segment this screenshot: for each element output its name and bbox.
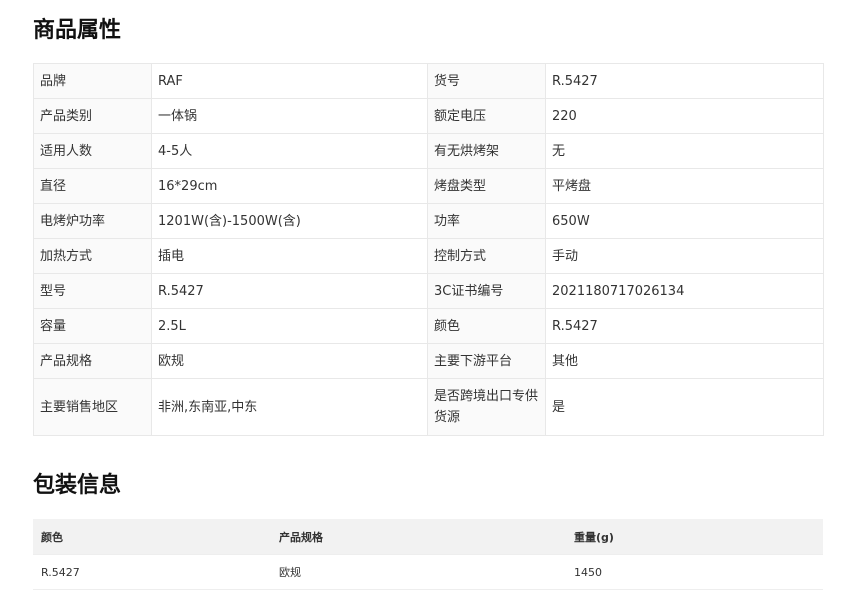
attribute-key-product-category: 产品类别: [33, 98, 152, 134]
attribute-value-sales-region: 非洲,东南亚,中东: [151, 378, 428, 436]
attributes-section-title: 商品属性: [33, 18, 122, 43]
attributes-row: 容量 2.5L 颜色 R.5427: [33, 308, 824, 344]
attribute-key-diameter: 直径: [33, 168, 152, 204]
attributes-row: 直径 16*29cm 烤盘类型 平烤盘: [33, 168, 824, 204]
attribute-key-downstream-platform: 主要下游平台: [427, 343, 546, 379]
attributes-row: 产品类别 一体锅 额定电压 220: [33, 98, 824, 134]
attribute-key-capacity: 容量: [33, 308, 152, 344]
attributes-row: 适用人数 4-5人 有无烘烤架 无: [33, 133, 824, 169]
attribute-key-cross-border-export: 是否跨境出口专供货源: [427, 378, 546, 436]
attribute-value-heating-method: 插电: [151, 238, 428, 274]
packaging-header-spec: 产品规格: [271, 519, 566, 555]
attributes-row: 主要销售地区 非洲,东南亚,中东 是否跨境出口专供货源 是: [33, 378, 824, 436]
packaging-row: R.5427 欧规 1450: [33, 554, 823, 590]
attribute-value-color: R.5427: [545, 308, 824, 344]
attribute-key-product-spec: 产品规格: [33, 343, 152, 379]
attribute-key-heating-method: 加热方式: [33, 238, 152, 274]
attribute-value-item-number: R.5427: [545, 63, 824, 99]
attribute-key-oven-power-range: 电烤炉功率: [33, 203, 152, 239]
attribute-key-rated-voltage: 额定电压: [427, 98, 546, 134]
attribute-value-power: 650W: [545, 203, 824, 239]
attributes-row: 型号 R.5427 3C证书编号 2021180717026134: [33, 273, 824, 309]
attribute-value-diameter: 16*29cm: [151, 168, 428, 204]
attribute-value-rated-voltage: 220: [545, 98, 824, 134]
attribute-value-baking-rack: 无: [545, 133, 824, 169]
attributes-row: 电烤炉功率 1201W(含)-1500W(含) 功率 650W: [33, 203, 824, 239]
packaging-header-row: 颜色 产品规格 重量(g): [33, 519, 823, 555]
packaging-cell-weight: 1450: [566, 554, 823, 590]
packaging-table: 颜色 产品规格 重量(g) R.5427 欧规 1450: [33, 519, 823, 590]
attribute-key-color: 颜色: [427, 308, 546, 344]
attribute-value-model: R.5427: [151, 273, 428, 309]
attribute-value-serving-size: 4-5人: [151, 133, 428, 169]
attribute-value-product-category: 一体锅: [151, 98, 428, 134]
attribute-value-brand: RAF: [151, 63, 428, 99]
attribute-key-brand: 品牌: [33, 63, 152, 99]
attribute-key-serving-size: 适用人数: [33, 133, 152, 169]
packaging-section-title: 包装信息: [33, 473, 122, 498]
attribute-key-3c-certificate: 3C证书编号: [427, 273, 546, 309]
attribute-value-pan-type: 平烤盘: [545, 168, 824, 204]
attribute-key-baking-rack: 有无烘烤架: [427, 133, 546, 169]
attributes-row: 产品规格 欧规 主要下游平台 其他: [33, 343, 824, 379]
packaging-cell-color: R.5427: [33, 554, 271, 590]
attribute-value-product-spec: 欧规: [151, 343, 428, 379]
attributes-table: 品牌 RAF 货号 R.5427 产品类别 一体锅 额定电压 220 适用人数 …: [33, 63, 824, 436]
attribute-key-sales-region: 主要销售地区: [33, 378, 152, 436]
attribute-key-pan-type: 烤盘类型: [427, 168, 546, 204]
attribute-value-control-method: 手动: [545, 238, 824, 274]
packaging-header-color: 颜色: [33, 519, 271, 555]
packaging-cell-spec: 欧规: [271, 554, 566, 590]
attributes-row: 加热方式 插电 控制方式 手动: [33, 238, 824, 274]
attribute-key-control-method: 控制方式: [427, 238, 546, 274]
packaging-header-weight: 重量(g): [566, 519, 823, 555]
attribute-value-cross-border-export: 是: [545, 378, 824, 436]
attribute-value-capacity: 2.5L: [151, 308, 428, 344]
attribute-value-3c-certificate: 2021180717026134: [545, 273, 824, 309]
attribute-key-power: 功率: [427, 203, 546, 239]
attribute-key-item-number: 货号: [427, 63, 546, 99]
attribute-value-downstream-platform: 其他: [545, 343, 824, 379]
attribute-key-model: 型号: [33, 273, 152, 309]
attributes-row: 品牌 RAF 货号 R.5427: [33, 63, 824, 99]
attribute-value-oven-power-range: 1201W(含)-1500W(含): [151, 203, 428, 239]
